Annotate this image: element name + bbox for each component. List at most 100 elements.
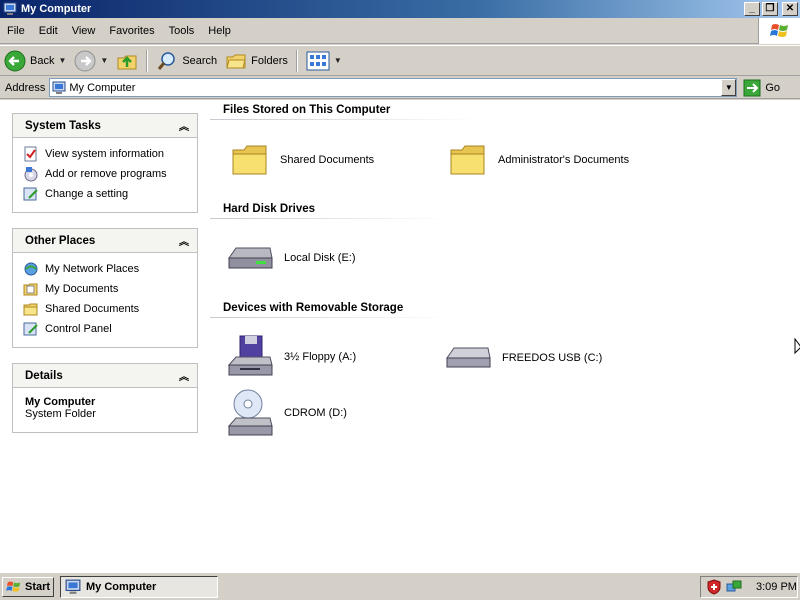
close-button[interactable]: ✕	[782, 2, 798, 16]
back-dropdown-icon[interactable]: ▼	[58, 56, 66, 65]
back-button[interactable]: Back ▼	[0, 48, 70, 74]
task-add-remove-programs[interactable]: Add or remove programs	[23, 164, 197, 184]
details-item-name: My Computer	[25, 396, 96, 408]
clock[interactable]: 3:09 PM	[756, 581, 797, 593]
my-computer-icon	[52, 81, 66, 94]
windows-logo-icon	[758, 18, 800, 44]
place-label: Shared Documents	[45, 303, 140, 315]
windows-logo-icon	[6, 581, 21, 592]
task-label: Change a setting	[45, 188, 129, 200]
system-tray: 3:09 PM	[700, 576, 798, 598]
place-control-panel[interactable]: Control Panel	[23, 319, 197, 339]
collapse-icon[interactable]: ︽	[179, 118, 189, 133]
details-title: Details	[25, 369, 63, 382]
hard-disk-icon	[228, 247, 273, 269]
address-input[interactable]: My Computer ▼	[49, 78, 738, 97]
menu-favorites[interactable]: Favorites	[102, 25, 161, 37]
network-places-icon	[24, 262, 38, 276]
other-places-header[interactable]: Other Places ︽	[13, 229, 197, 253]
folders-icon	[226, 54, 246, 68]
up-folder-button[interactable]	[112, 48, 142, 74]
views-dropdown-icon[interactable]: ▼	[334, 56, 342, 65]
forward-arrow-icon	[74, 50, 96, 71]
item-administrators-documents[interactable]: Administrator's Documents	[448, 140, 629, 180]
go-label: Go	[765, 81, 781, 94]
address-bar: Address My Computer ▼ Go	[0, 77, 800, 99]
forward-dropdown-icon[interactable]: ▼	[100, 56, 108, 65]
item-label: Local Disk (E:)	[284, 252, 356, 264]
system-info-icon	[24, 146, 37, 162]
security-shield-icon[interactable]	[706, 579, 722, 595]
group-header-files: Files Stored on This Computer	[223, 104, 391, 116]
forward-button[interactable]: ▼	[70, 48, 112, 74]
content-pane: Files Stored on This Computer Shared Doc…	[210, 100, 800, 572]
up-folder-icon	[117, 55, 137, 69]
details-header[interactable]: Details ︽	[13, 364, 197, 388]
my-computer-icon	[3, 2, 17, 15]
address-value: My Computer	[69, 81, 136, 94]
task-view-system-info[interactable]: View system information	[23, 144, 197, 164]
cdrom-drive-icon	[227, 389, 273, 436]
collapse-icon[interactable]: ︽	[179, 233, 189, 248]
menu-help[interactable]: Help	[201, 25, 238, 37]
folder-icon	[450, 145, 485, 175]
item-label: 3½ Floppy (A:)	[284, 351, 357, 363]
menu-tools[interactable]: Tools	[162, 25, 202, 37]
system-tasks-title: System Tasks	[25, 119, 101, 132]
start-label: Start	[25, 581, 51, 593]
task-change-setting[interactable]: Change a setting	[23, 184, 197, 204]
taskbar-button-my-computer[interactable]: My Computer	[60, 576, 218, 598]
control-panel-icon	[23, 187, 38, 201]
go-button[interactable]: Go	[743, 79, 780, 97]
my-documents-icon	[23, 283, 38, 296]
folder-icon	[232, 145, 267, 175]
go-arrow-icon	[743, 79, 761, 96]
floppy-drive-icon	[227, 335, 273, 376]
minimize-button[interactable]: _	[744, 2, 760, 16]
menu-file[interactable]: File	[0, 25, 32, 37]
details-item-type: System Folder	[25, 408, 96, 420]
group-header-removable: Devices with Removable Storage	[223, 302, 404, 314]
group-divider	[210, 317, 448, 318]
restore-button[interactable]: ❐	[762, 2, 778, 16]
search-button[interactable]: Search	[152, 48, 221, 74]
back-label: Back	[30, 54, 55, 67]
folders-button[interactable]: Folders	[221, 48, 292, 74]
item-label: Shared Documents	[280, 154, 375, 166]
folders-label: Folders	[251, 54, 288, 67]
folder-icon	[23, 303, 38, 316]
network-status-icon[interactable]	[726, 579, 742, 595]
control-panel-icon	[23, 322, 38, 336]
item-label: Administrator's Documents	[498, 154, 630, 166]
task-label: Add or remove programs	[45, 168, 167, 180]
system-tasks-header[interactable]: System Tasks ︽	[13, 114, 197, 138]
item-shared-documents[interactable]: Shared Documents	[230, 140, 374, 180]
menu-edit[interactable]: Edit	[32, 25, 65, 37]
address-dropdown-button[interactable]: ▼	[721, 79, 737, 96]
other-places-title: Other Places	[25, 234, 96, 247]
toolbar-separator	[295, 49, 298, 72]
collapse-icon[interactable]: ︽	[179, 368, 189, 383]
search-icon	[158, 51, 176, 70]
window-title: My Computer	[21, 3, 92, 15]
place-label: Control Panel	[45, 323, 112, 335]
place-network-places[interactable]: My Network Places	[23, 259, 197, 279]
item-freedos-usb-c[interactable]: FREEDOS USB (C:)	[444, 338, 602, 378]
place-label: My Documents	[45, 283, 119, 295]
start-button[interactable]: Start	[2, 577, 54, 597]
title-bar[interactable]: My Computer _ ❐ ✕	[0, 0, 800, 18]
item-local-disk-e[interactable]: Local Disk (E:)	[226, 238, 356, 278]
place-label: My Network Places	[45, 263, 140, 275]
place-shared-documents[interactable]: Shared Documents	[23, 299, 197, 319]
menu-bar: File Edit View Favorites Tools Help	[0, 18, 800, 44]
item-cdrom-d[interactable]: CDROM (D:)	[226, 388, 347, 438]
place-my-documents[interactable]: My Documents	[23, 279, 197, 299]
item-floppy-a[interactable]: 3½ Floppy (A:)	[226, 335, 356, 379]
item-label: FREEDOS USB (C:)	[502, 352, 603, 364]
menu-view[interactable]: View	[65, 25, 103, 37]
task-pane: System Tasks ︽ View system information A…	[0, 100, 210, 572]
system-tasks-panel: System Tasks ︽ View system information A…	[12, 113, 198, 213]
views-button[interactable]: ▼	[302, 48, 346, 74]
add-remove-programs-icon	[24, 167, 38, 182]
mouse-cursor-icon	[794, 338, 800, 355]
